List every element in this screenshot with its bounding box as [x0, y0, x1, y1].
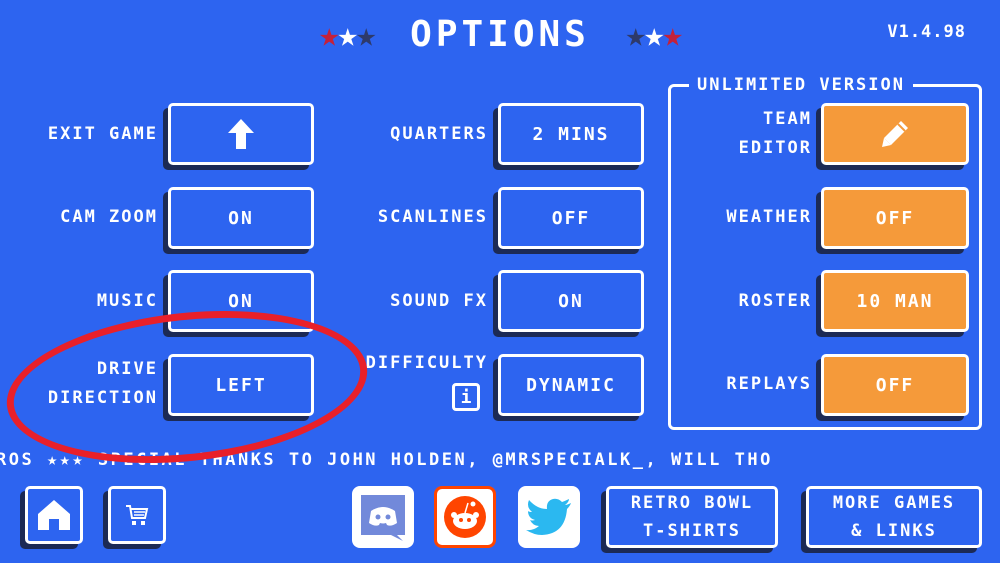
- home-icon: [38, 500, 70, 530]
- cam-zoom-label: CAM ZOOM: [60, 207, 158, 227]
- twitter-icon: [526, 498, 571, 535]
- tshirts-button[interactable]: RETRO BOWL T-SHIRTS: [606, 486, 778, 548]
- sound-fx-button[interactable]: ON: [498, 270, 644, 332]
- pencil-icon: [882, 121, 908, 147]
- scanlines-button[interactable]: OFF: [498, 187, 644, 249]
- roster-button[interactable]: 10 MAN: [821, 270, 969, 332]
- discord-button[interactable]: [352, 486, 414, 548]
- roster-label: ROSTER: [738, 291, 812, 311]
- drive-direction-button[interactable]: LEFT: [168, 354, 314, 416]
- star-icon: ★: [643, 15, 665, 55]
- cam-zoom-button[interactable]: ON: [168, 187, 314, 249]
- reddit-button[interactable]: [434, 486, 496, 548]
- team-editor-label-line2: EDITOR: [738, 138, 812, 158]
- star-icon: ★: [356, 15, 377, 55]
- music-button[interactable]: ON: [168, 270, 314, 332]
- replays-button[interactable]: OFF: [821, 354, 969, 416]
- page-title: OPTIONS: [410, 14, 590, 55]
- drive-direction-label: DRIVE DIRECTION: [0, 355, 158, 413]
- weather-label: WEATHER: [726, 207, 812, 227]
- cart-icon: [126, 505, 149, 525]
- star-icon: ★: [662, 15, 683, 55]
- star-icon: ★: [319, 15, 340, 55]
- drive-direction-label-line2: DIRECTION: [47, 388, 158, 408]
- weather-button[interactable]: OFF: [821, 187, 969, 249]
- header: ★★★ OPTIONS ★★★: [0, 12, 1000, 58]
- up-arrow-icon: [228, 119, 254, 149]
- tshirts-line1: RETRO BOWL: [630, 493, 754, 513]
- twitter-button[interactable]: [518, 486, 580, 548]
- team-editor-label-line1: TEAM: [763, 109, 812, 129]
- home-button[interactable]: [25, 486, 83, 544]
- more-games-line1: MORE GAMES: [832, 493, 956, 513]
- scanlines-label: SCANLINES: [377, 207, 488, 227]
- version-label: V1.4.98: [887, 22, 966, 42]
- difficulty-button[interactable]: DYNAMIC: [498, 354, 644, 416]
- exit-game-label: EXIT GAME: [47, 124, 158, 144]
- drive-direction-label-line1: DRIVE: [96, 359, 158, 379]
- sound-fx-label: SOUND FX: [390, 291, 488, 311]
- music-label: MUSIC: [96, 291, 158, 311]
- info-icon[interactable]: i: [452, 383, 480, 411]
- more-games-button[interactable]: MORE GAMES & LINKS: [806, 486, 982, 548]
- exit-game-button[interactable]: [168, 103, 314, 165]
- team-editor-label: TEAM EDITOR: [670, 105, 812, 163]
- team-editor-button[interactable]: [821, 103, 969, 165]
- reddit-icon: [444, 496, 486, 538]
- unlimited-version-title: UNLIMITED VERSION: [689, 73, 913, 97]
- difficulty-label: DIFFICULTY: [365, 353, 488, 373]
- star-icon: ★: [337, 15, 359, 55]
- quarters-label: QUARTERS: [390, 124, 488, 144]
- replays-label: REPLAYS: [726, 374, 812, 394]
- quarters-button[interactable]: 2 MINS: [498, 103, 644, 165]
- tshirts-line2: T-SHIRTS: [643, 521, 741, 541]
- more-games-line2: & LINKS: [851, 521, 937, 541]
- stars-right: ★★★: [625, 12, 684, 58]
- star-icon: ★: [625, 15, 647, 55]
- discord-icon: [361, 495, 405, 541]
- shop-button[interactable]: [108, 486, 166, 544]
- credits-ticker: ROS ★★★ SPECIAL THANKS TO JOHN HOLDEN, @…: [0, 450, 773, 470]
- stars-left: ★★★: [319, 12, 377, 58]
